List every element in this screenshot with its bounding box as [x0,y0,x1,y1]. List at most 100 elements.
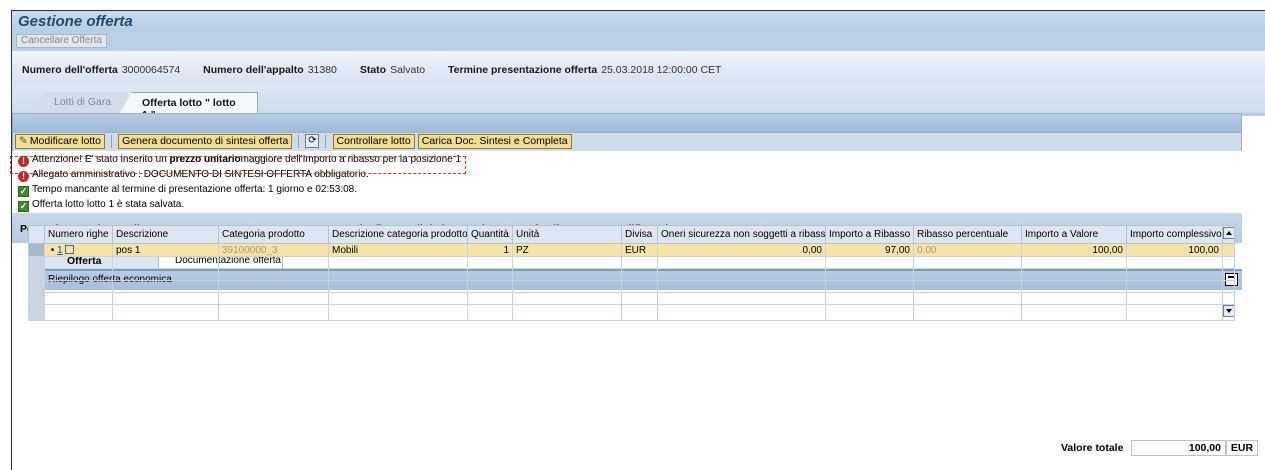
empty-cell [328,280,468,293]
empty-cell [657,280,826,293]
scroll-track [1222,256,1235,269]
empty-cell [621,280,658,293]
empty-cell [621,256,658,269]
empty-cell [1126,280,1223,293]
empty-cell [1021,292,1127,305]
offer-number: 3000064574 [121,64,181,76]
generate-summary-button[interactable]: Genera documento di sintesi offerta [118,134,293,149]
row-number-link[interactable]: 1 [57,245,63,256]
highlight-annotation [10,156,466,174]
cell-ribasso-percentuale: 0,00 [913,243,1022,257]
row-selector[interactable] [28,304,45,321]
empty-cell [112,304,219,321]
check-lot-button[interactable]: Controllare lotto [332,134,415,149]
empty-cell [467,268,513,281]
cell-importo-complessivo: 100,00 [1126,243,1223,257]
cell-importo-ribasso: 97,00 [825,243,914,257]
row-selector[interactable] [28,292,45,305]
empty-cell [328,304,468,321]
message-time-remaining: ✓ Tempo mancante al termine di presentazi… [12,183,1242,197]
table-row [28,268,1235,281]
modify-lot-label: Modificare lotto [29,135,102,147]
row-selector[interactable] [28,243,45,257]
scroll-down-icon[interactable] [1223,305,1234,317]
upload-summary-button[interactable]: Carica Doc. Sintesi e Completa [417,134,572,149]
tender-number-label: Numero dell'appalto [203,64,304,76]
empty-cell [218,280,329,293]
empty-cell [467,280,513,293]
cell-categoria: 39100000_3 [218,243,329,257]
toolbar: ✎ Modificare lotto Genera documento di si… [12,133,1242,151]
scroll-up-icon[interactable] [1223,227,1234,239]
table-row[interactable]: • 1 pos 1 39100000_3 Mobili 1 PZ EUR 0,0… [28,243,1235,257]
scroll-up-cell [1222,225,1235,244]
empty-cell [512,268,622,281]
empty-cell [44,292,113,305]
scroll-track [1222,280,1235,293]
column-header[interactable]: Ribasso percentuale [913,225,1022,244]
cell-numero: • 1 [44,243,113,257]
table-row [28,280,1235,293]
empty-cell [1126,304,1223,321]
modify-lot-button[interactable]: ✎ Modificare lotto [15,134,106,149]
empty-cell [328,256,468,269]
empty-cell [218,304,329,321]
row-selector[interactable] [28,268,45,281]
empty-cell [218,268,329,281]
empty-cell [913,280,1022,293]
toolbar-separator [111,135,113,148]
cancel-offer-button[interactable]: Cancellare Offerta [16,34,107,48]
message-text: Offerta lotto lotto 1 è stata salvata. [32,199,185,210]
empty-cell [44,256,113,269]
cell-divisa: EUR [621,243,658,257]
action-row: Cancellare Offerta [12,32,1265,51]
top-tab-strip: Lotti di Gara Offerta lotto " lotto 1 " [12,85,1265,113]
empty-cell [1021,268,1127,281]
column-header[interactable]: Unità [512,225,622,244]
detail-icon[interactable] [64,244,74,254]
column-header[interactable]: Oneri sicurezza non soggetti a ribasso [657,225,826,244]
empty-cell [112,292,219,305]
pencil-icon: ✎ [19,135,28,147]
status-value: Salvato [390,64,426,76]
empty-cell [1021,256,1127,269]
row-selector[interactable] [28,280,45,293]
column-header[interactable]: Divisa [621,225,658,244]
empty-cell [512,304,622,321]
select-all-cell[interactable] [28,225,45,244]
empty-cell [825,304,914,321]
cell-oneri: 0,00 [657,243,826,257]
cell-quantita: 1 [467,243,513,257]
column-header[interactable]: Descrizione categoria prodotto [328,225,468,244]
column-header[interactable]: Numero righe [44,225,113,244]
column-header[interactable]: Importo complessivo [1126,225,1223,244]
column-header[interactable]: Quantità [467,225,513,244]
offer-number-label: Numero dell'offerta [22,64,118,76]
empty-cell [913,256,1022,269]
offer-header: Numero dell'offerta 3000064574 Numero del… [12,51,1265,85]
tab-offerta-lotto[interactable]: Offerta lotto " lotto 1 " [120,92,258,113]
toolbar-separator [298,135,300,148]
row-selector[interactable] [28,256,45,269]
total-value: 100,00 [1131,440,1226,457]
empty-cell [112,268,219,281]
empty-cell [467,256,513,269]
column-header[interactable]: Importo a Ribasso [825,225,914,244]
deadline-label: Termine presentazione offerta [448,64,598,76]
refresh-icon[interactable]: ⟳ [305,134,320,148]
column-header[interactable]: Importo a Valore [1021,225,1127,244]
check-icon: ✓ [18,201,29,212]
empty-cell [1126,268,1223,281]
empty-cell [467,292,513,305]
message-text: Tempo mancante al termine di presentazio… [32,184,358,195]
empty-cell [512,256,622,269]
column-header[interactable]: Descrizione [112,225,219,244]
empty-cell [825,256,914,269]
table-row [28,256,1235,269]
tab-lotti-di-gara[interactable]: Lotti di Gara [32,92,128,113]
empty-cell [218,256,329,269]
cell-unita: PZ [512,243,622,257]
empty-cell [621,268,658,281]
empty-cell [218,292,329,305]
column-header[interactable]: Categoria prodotto [218,225,329,244]
